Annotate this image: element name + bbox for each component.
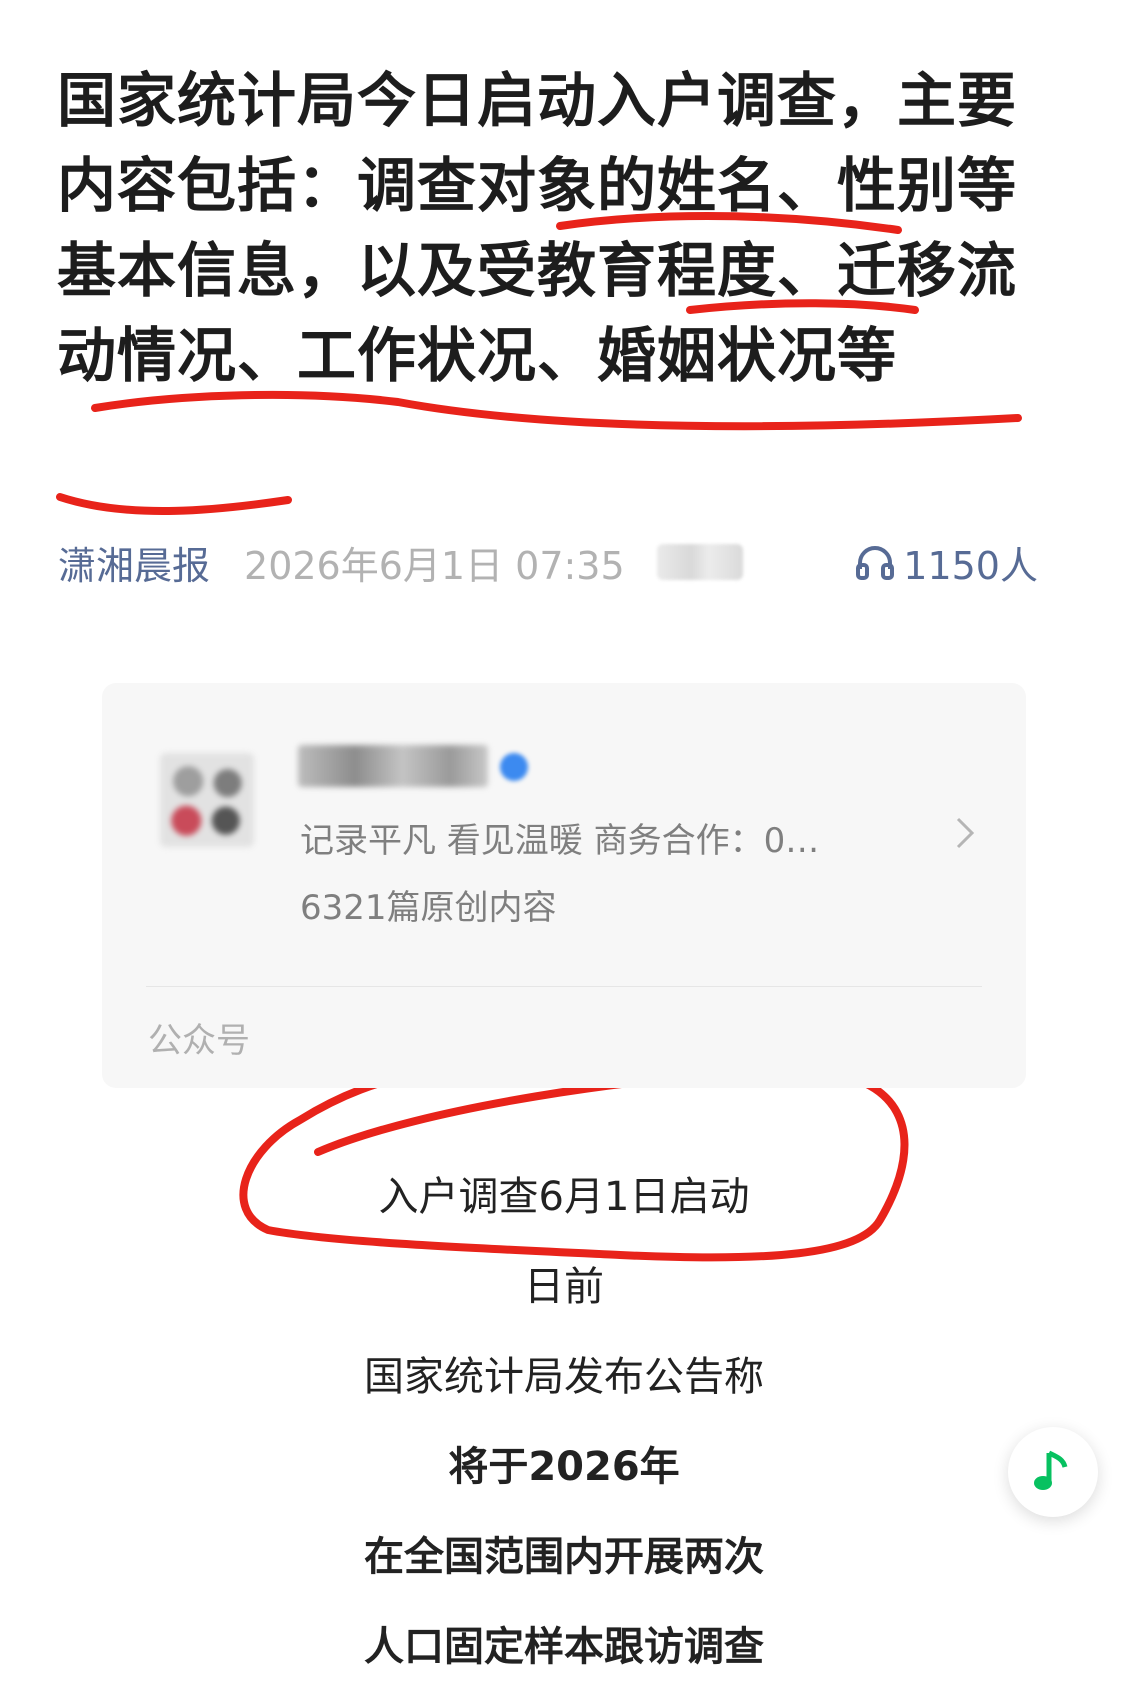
divider — [146, 986, 982, 987]
body-line: 国家统计局发布公告称 — [364, 1354, 764, 1400]
author-name-blurred — [656, 544, 743, 580]
music-button[interactable] — [1008, 1427, 1098, 1517]
source-link[interactable]: 潇湘晨报 — [58, 535, 210, 590]
underline-marital — [56, 493, 292, 516]
article-meta: 潇湘晨报 2026年6月1日 07:35 1150人 — [58, 535, 1038, 590]
account-name-blurred — [298, 745, 488, 787]
listen-count[interactable]: 1150人 — [855, 535, 1038, 590]
account-article-count: 6321篇原创内容 — [300, 888, 557, 928]
verified-icon — [500, 753, 528, 781]
body-line: 人口固定样本跟访调查 — [364, 1624, 764, 1670]
account-description: 记录平凡 看见温暖 商务合作：0… — [300, 821, 820, 861]
body-line: 将于2026年 — [448, 1444, 680, 1490]
chevron-right-icon — [954, 815, 976, 858]
listen-count-label: 1150人 — [903, 543, 1038, 588]
publish-time: 2026年6月1日 07:35 — [244, 543, 625, 588]
underline-migration — [91, 390, 1022, 431]
circle-highlight — [239, 1065, 909, 1262]
body-line: 在全国范围内开展两次 — [364, 1534, 764, 1580]
body-line: 日前 — [524, 1264, 604, 1310]
headphones-icon — [856, 546, 895, 580]
account-card[interactable]: 记录平凡 看见温暖 商务合作：0… 6321篇原创内容 公众号 — [102, 683, 1026, 1088]
article-title: 国家统计局今日启动入户调查，主要内容包括：调查对象的姓名、性别等基本信息，以及受… — [57, 66, 1018, 390]
body-line: 入户调查6月1日启动 — [378, 1174, 750, 1220]
music-note-icon — [1034, 1450, 1068, 1490]
account-type-label: 公众号 — [148, 1021, 250, 1061]
avatar — [160, 753, 254, 847]
